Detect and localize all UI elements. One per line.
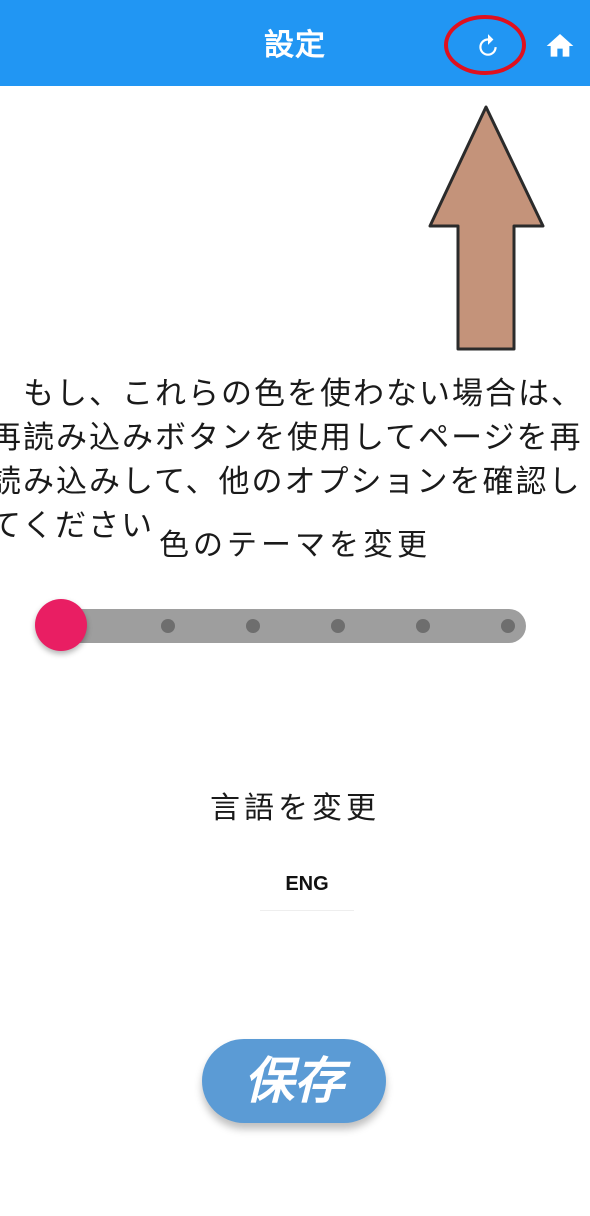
up-arrow-annotation [428, 105, 545, 351]
language-label: 言語を変更 [210, 791, 380, 826]
save-button[interactable]: 保存 [202, 1039, 386, 1123]
home-button[interactable] [538, 24, 582, 68]
slider-tick [246, 619, 260, 633]
theme-label: 色のテーマを変更 [159, 528, 431, 563]
slider-track[interactable] [40, 609, 526, 643]
slider-tick [501, 619, 515, 633]
reload-highlight-circle [444, 15, 526, 75]
slider-tick [161, 619, 175, 633]
slider-tick [416, 619, 430, 633]
language-select[interactable]: ENG [260, 860, 354, 911]
slider-thumb[interactable] [35, 599, 87, 651]
slider-tick [331, 619, 345, 633]
theme-slider[interactable] [35, 595, 550, 655]
home-icon [546, 34, 574, 57]
